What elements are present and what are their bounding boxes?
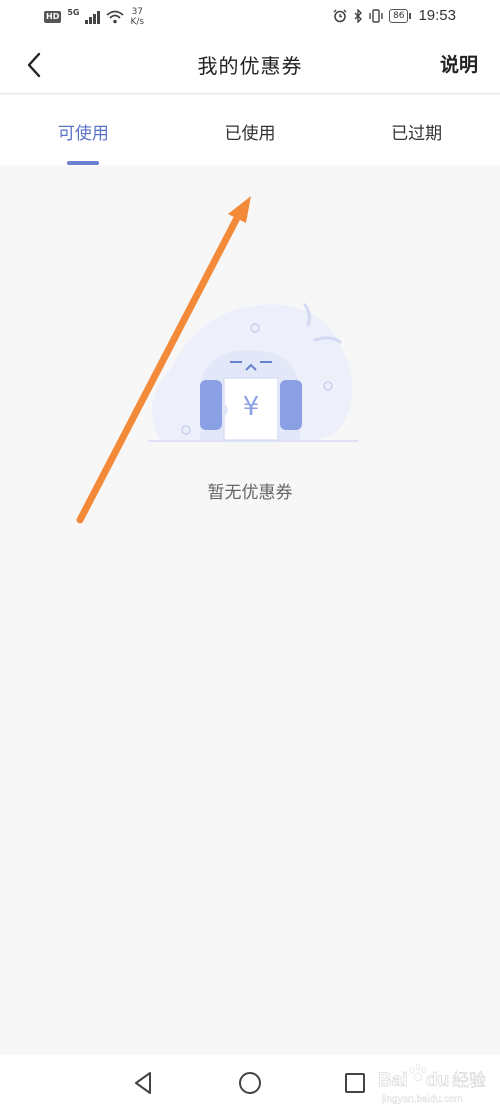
empty-coupon-illustration: ¥ xyxy=(148,303,358,442)
tab-used[interactable]: 已使用 xyxy=(167,95,334,165)
vibrate-icon xyxy=(369,8,383,23)
network-type-label: 5G xyxy=(67,7,80,17)
baidu-jingyan-watermark: Bai du 经验 jingyan.baidu.com xyxy=(378,1063,486,1105)
network-speed-value: 37 xyxy=(131,7,144,17)
bluetooth-icon xyxy=(354,8,362,23)
wifi-icon xyxy=(106,10,125,24)
watermark-suffix: 经验 xyxy=(452,1071,486,1091)
signal-strength-icon xyxy=(85,10,101,24)
tab-expired[interactable]: 已过期 xyxy=(333,95,500,165)
hd-badge: HD xyxy=(44,11,62,23)
status-bar: HD 5G 37 K/s 86 19:53 xyxy=(0,0,500,36)
square-recent-icon xyxy=(345,1073,365,1093)
alarm-icon xyxy=(333,9,347,22)
svg-text:Bai: Bai xyxy=(378,1070,408,1091)
triangle-back-icon xyxy=(135,1072,151,1094)
nav-recent-apps-button[interactable] xyxy=(341,1069,369,1097)
svg-text:du: du xyxy=(426,1070,449,1091)
tab-available[interactable]: 可使用 xyxy=(0,95,167,165)
page-title: 我的优惠券 xyxy=(197,54,303,78)
network-speed: 37 K/s xyxy=(130,7,144,27)
coupon-tabs: 可使用 已使用 已过期 xyxy=(0,95,500,165)
annotation-arrow xyxy=(76,196,251,524)
nav-back-button[interactable] xyxy=(130,1069,158,1097)
clock-time: 19:53 xyxy=(418,7,456,24)
app-header: 我的优惠券 说明 xyxy=(0,36,500,94)
status-left-group: HD 5G 37 K/s xyxy=(44,7,144,27)
tab-used-label: 已使用 xyxy=(224,124,276,144)
status-right-group: 86 19:53 xyxy=(333,7,456,24)
watermark-url: jingyan.baidu.com xyxy=(381,1094,463,1105)
yuan-symbol-icon: ¥ xyxy=(243,392,260,422)
active-tab-indicator xyxy=(67,161,100,165)
circle-home-icon xyxy=(239,1072,261,1094)
tab-expired-label: 已过期 xyxy=(391,124,443,144)
empty-state-message: 暂无优惠券 xyxy=(207,483,293,503)
tab-available-label: 可使用 xyxy=(57,124,109,144)
network-speed-unit: K/s xyxy=(130,17,145,27)
help-button[interactable]: 说明 xyxy=(440,50,478,77)
battery-indicator: 86 xyxy=(389,8,412,23)
nav-home-button[interactable] xyxy=(236,1069,264,1097)
